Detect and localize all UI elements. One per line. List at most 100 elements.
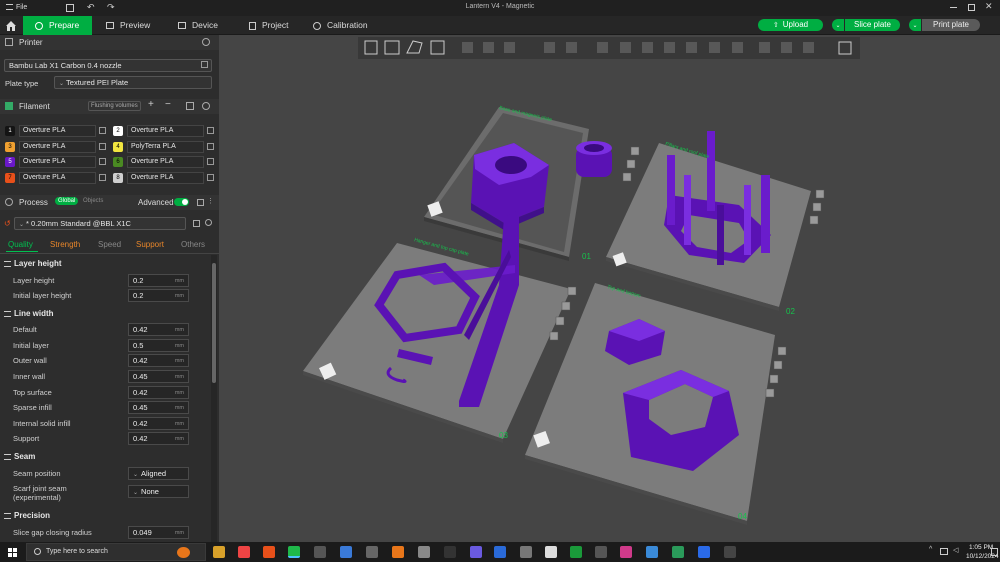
color-paint-icon[interactable] — [803, 42, 814, 53]
slice-dropdown-button[interactable]: ⌄ — [832, 19, 844, 31]
param-input[interactable]: 0.049 mm — [128, 525, 189, 539]
param-value: None — [141, 487, 159, 497]
tab-preview[interactable]: Preview — [106, 16, 150, 35]
plate-2-close-icon[interactable] — [815, 189, 825, 199]
app-icon[interactable] — [366, 546, 378, 558]
plate-3-close-icon[interactable] — [567, 286, 577, 296]
plate-1-close-icon[interactable] — [630, 146, 640, 156]
param-select[interactable]: ⌄ None — [128, 485, 189, 499]
scene-svg[interactable]: 01 02 03 04 Base and magnets plate Pilla… — [219, 35, 1000, 542]
cap-model[interactable] — [576, 141, 612, 177]
windows-start-icon[interactable] — [8, 548, 17, 557]
param-input[interactable]: 0.2 mm — [128, 273, 189, 287]
support-paint-icon[interactable] — [686, 42, 697, 53]
app-icon[interactable] — [646, 546, 658, 558]
plate-4-arrange-icon[interactable] — [773, 360, 783, 370]
cut-icon[interactable] — [642, 42, 653, 53]
param-select[interactable]: ⌄ Aligned — [128, 466, 189, 480]
plate-3-settings-icon[interactable] — [549, 331, 559, 341]
plate-4-settings-icon[interactable] — [765, 388, 775, 398]
app-icon[interactable] — [314, 546, 326, 558]
group-icon — [4, 261, 11, 267]
app-icon[interactable] — [418, 546, 430, 558]
param-label: Outer wall — [13, 356, 47, 366]
param-input[interactable]: 0.42 mm — [128, 416, 189, 430]
plate-1-lock-icon[interactable] — [622, 172, 632, 182]
param-input[interactable]: 0.45 mm — [128, 370, 189, 383]
layers-icon[interactable] — [504, 42, 515, 53]
param-unit: mm — [174, 436, 184, 443]
app-icon[interactable] — [545, 546, 557, 558]
text-icon[interactable] — [732, 42, 743, 53]
param-input[interactable]: 0.42 mm — [128, 432, 189, 446]
app-icon[interactable] — [340, 546, 352, 558]
plate-1-arrange-icon[interactable] — [626, 159, 636, 169]
param-unit: mm — [174, 293, 184, 300]
scale-icon[interactable] — [597, 42, 608, 53]
tab-calibration[interactable]: Calibration — [313, 16, 368, 35]
tray-chevron-icon[interactable]: ^ — [929, 546, 932, 553]
plate-4-close-icon[interactable] — [777, 346, 787, 356]
close-icon[interactable]: ✕ — [985, 1, 993, 12]
app-icon[interactable] — [494, 546, 506, 558]
window-title: Lantern V4 - Magnetic — [465, 3, 535, 10]
tab-device[interactable]: Device — [178, 16, 218, 35]
param-unit: mm — [174, 529, 184, 536]
plate-3-lock-icon[interactable] — [555, 316, 565, 326]
print-plate-button[interactable]: Print plate — [922, 19, 980, 31]
app-icon[interactable] — [444, 546, 456, 558]
plate-2-arrange-icon[interactable] — [812, 202, 822, 212]
home-icon[interactable] — [5, 20, 17, 31]
seam-paint-icon[interactable] — [709, 42, 720, 53]
param-input[interactable]: 0.2 mm — [128, 289, 189, 303]
preview-icon — [106, 22, 114, 30]
3d-viewport[interactable]: 01 02 03 04 Base and magnets plate Pilla… — [219, 35, 1000, 542]
param-label: Internal solid infill — [13, 418, 71, 428]
plate-2-lock-icon[interactable] — [809, 215, 819, 225]
param-input[interactable]: 0.5 mm — [128, 338, 189, 352]
app-icon[interactable] — [672, 546, 684, 558]
clock-time[interactable]: 1:05 PM — [969, 544, 993, 551]
slice-plate-button[interactable]: Slice plate — [845, 19, 900, 31]
plate-3[interactable] — [303, 243, 571, 443]
steam-icon[interactable] — [520, 546, 532, 558]
maximize-icon[interactable] — [968, 4, 975, 11]
plate-3-arrange-icon[interactable] — [561, 301, 571, 311]
mesh-boolean-icon[interactable] — [664, 42, 675, 53]
taskbar-search-box[interactable]: Type here to search — [26, 543, 206, 561]
param-input[interactable]: 0.45 mm — [128, 401, 189, 415]
move-icon[interactable] — [544, 42, 555, 53]
param-input[interactable]: 0.42 mm — [128, 354, 189, 368]
app-icon[interactable] — [698, 546, 710, 558]
settings-scrollbar-thumb[interactable] — [212, 263, 216, 383]
upload-button[interactable]: ⇧ Upload — [758, 19, 823, 31]
discord-icon[interactable] — [470, 546, 482, 558]
file-explorer-icon[interactable] — [213, 546, 225, 558]
split-objects-icon[interactable] — [462, 42, 473, 53]
lay-on-face-icon[interactable] — [620, 42, 631, 53]
chrome-icon[interactable] — [238, 546, 250, 558]
tab-prepare[interactable]: Prepare — [23, 16, 92, 35]
xbox-icon[interactable] — [570, 546, 582, 558]
plate-4-lock-icon[interactable] — [769, 374, 779, 384]
blender-icon[interactable] — [392, 546, 404, 558]
app-icon[interactable] — [724, 546, 736, 558]
bambu-studio-icon[interactable] — [288, 546, 300, 558]
volume-icon[interactable]: ◁ — [953, 546, 958, 554]
param-value: 0.42 — [133, 387, 148, 397]
measure-icon[interactable] — [759, 42, 770, 53]
param-input[interactable]: 0.42 mm — [128, 323, 189, 337]
app-icon[interactable] — [595, 546, 607, 558]
param-label: Initial layer — [13, 340, 49, 350]
instagram-icon[interactable] — [620, 546, 632, 558]
print-dropdown-button[interactable]: ⌄ — [909, 19, 921, 31]
brave-icon[interactable] — [263, 546, 275, 558]
network-icon[interactable] — [940, 548, 948, 555]
assembly-icon[interactable] — [781, 42, 792, 53]
rotate-icon[interactable] — [566, 42, 577, 53]
minimize-icon[interactable] — [950, 7, 957, 8]
param-input[interactable]: 0.42 mm — [128, 385, 189, 399]
split-parts-icon[interactable] — [483, 42, 494, 53]
tab-project[interactable]: Project — [249, 16, 288, 35]
notifications-icon[interactable] — [991, 548, 998, 556]
